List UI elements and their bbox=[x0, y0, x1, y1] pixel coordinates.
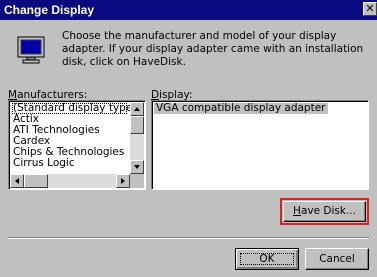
close-icon: ✕ bbox=[365, 2, 375, 15]
separator bbox=[8, 237, 369, 239]
arrow-right-icon bbox=[121, 178, 125, 184]
scroll-up-button[interactable] bbox=[130, 102, 144, 116]
ok-button[interactable]: OK bbox=[235, 248, 299, 270]
list-item[interactable]: Cirrus Logic bbox=[12, 158, 127, 169]
scroll-right-button[interactable] bbox=[116, 174, 130, 188]
display-list[interactable]: VGA compatible display adapter bbox=[151, 100, 369, 190]
title-bar: Change Display ✕ bbox=[0, 0, 377, 20]
cancel-label: Cancel bbox=[319, 253, 355, 265]
scroll-down-button[interactable] bbox=[130, 160, 144, 174]
manufacturers-list[interactable]: (Standard display types) Actix ATI Techn… bbox=[8, 100, 146, 190]
horizontal-scrollbar[interactable] bbox=[10, 174, 130, 188]
scroll-thumb[interactable] bbox=[130, 116, 144, 134]
instruction-text: Choose the manufacturer and model of you… bbox=[62, 30, 364, 68]
scroll-thumb[interactable] bbox=[24, 174, 48, 188]
focus-rect bbox=[240, 253, 294, 265]
highlight-box bbox=[280, 198, 369, 225]
arrow-left-icon bbox=[15, 178, 19, 184]
scroll-corner bbox=[130, 174, 144, 188]
vertical-scrollbar[interactable] bbox=[130, 102, 144, 174]
cancel-button[interactable]: Cancel bbox=[305, 248, 369, 270]
window-title: Change Display bbox=[4, 3, 95, 17]
close-button[interactable]: ✕ bbox=[363, 2, 377, 16]
monitor-icon bbox=[17, 36, 45, 64]
scroll-left-button[interactable] bbox=[10, 174, 24, 188]
arrow-down-icon bbox=[134, 165, 140, 169]
arrow-up-icon bbox=[134, 107, 140, 111]
list-item[interactable]: VGA compatible display adapter bbox=[154, 103, 328, 114]
